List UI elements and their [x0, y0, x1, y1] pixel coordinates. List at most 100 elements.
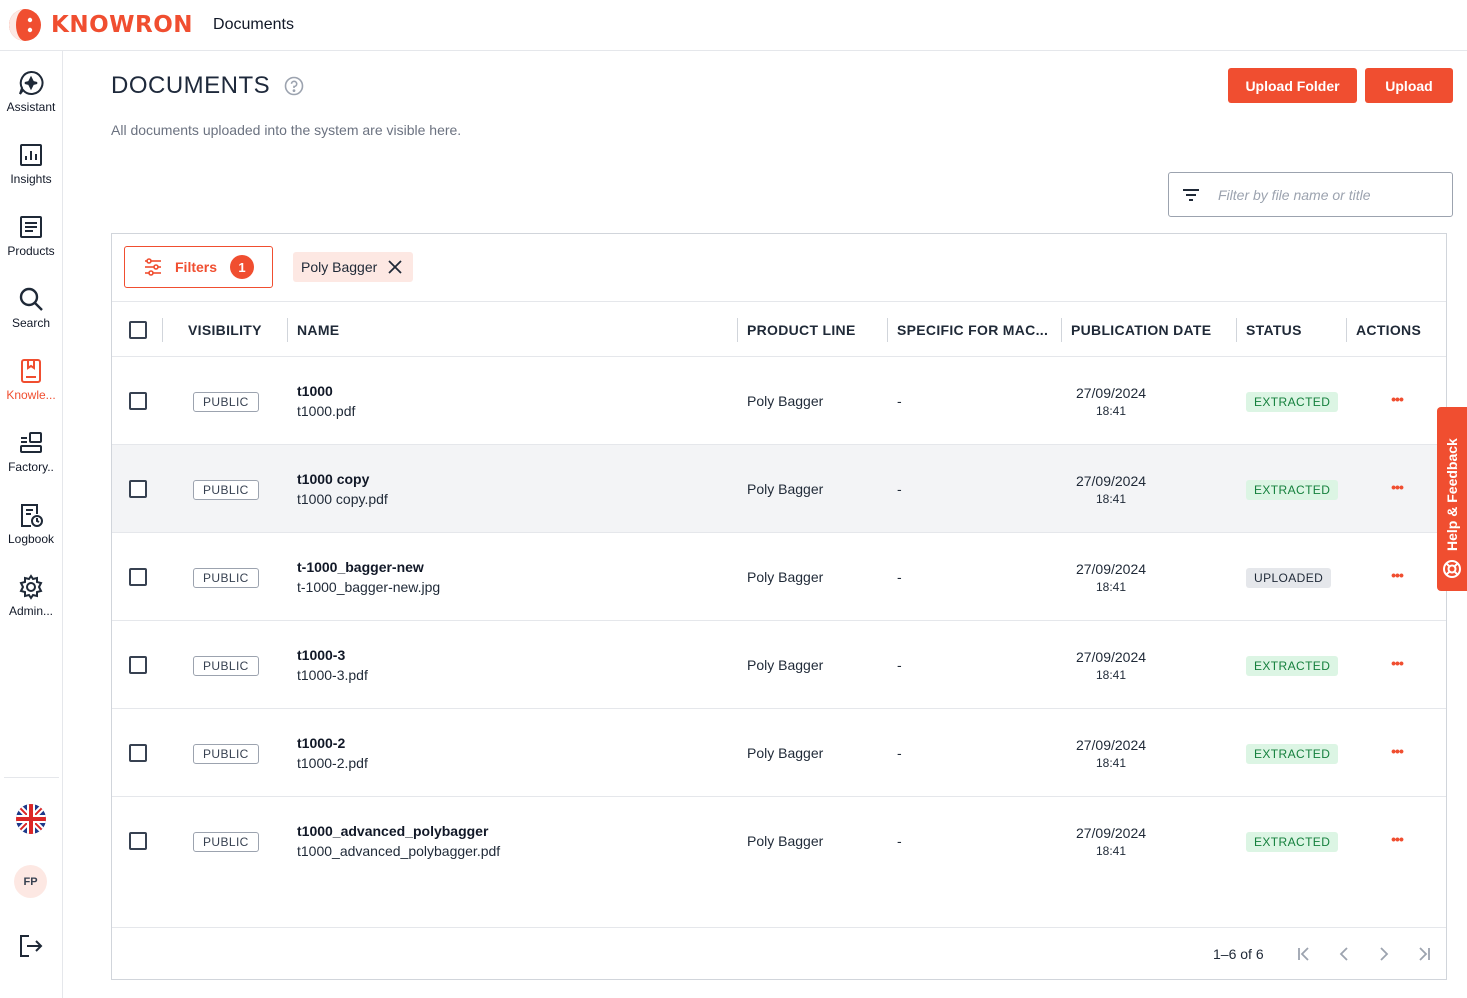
publication-date: 27/09/2024 [1075, 649, 1147, 665]
sidebar-item-search[interactable]: Search [0, 286, 62, 346]
row-checkbox[interactable] [129, 480, 147, 498]
sidebar-item-products[interactable]: Products [0, 214, 62, 274]
document-title[interactable]: t1000 [297, 383, 333, 399]
document-file-name: t1000-3.pdf [297, 667, 368, 683]
sidebar-item-label: Knowle... [6, 388, 56, 402]
row-checkbox[interactable] [129, 568, 147, 586]
first-page-icon[interactable] [1293, 943, 1315, 965]
status-badge: UPLOADED [1246, 568, 1332, 588]
upload-button[interactable]: Upload [1365, 68, 1453, 103]
search-icon [19, 287, 43, 311]
product-line-cell: Poly Bagger [747, 833, 824, 849]
table-row[interactable]: PUBLIC t1000-3 t1000-3.pdf Poly Bagger -… [112, 621, 1446, 709]
avatar[interactable]: FP [14, 865, 47, 898]
status-badge: EXTRACTED [1246, 656, 1339, 676]
knowron-logo-icon [9, 9, 41, 41]
page-title: DOCUMENTS [111, 72, 271, 99]
select-all-checkbox[interactable] [129, 321, 147, 339]
sidebar-item-logbook[interactable]: Logbook [0, 502, 62, 562]
document-title[interactable]: t1000_advanced_polybagger [297, 823, 488, 839]
publication-date: 27/09/2024 [1075, 737, 1147, 753]
sidebar-item-label: Admin... [8, 604, 53, 618]
column-header-name[interactable]: NAME [297, 302, 339, 357]
sidebar-item-label: Assistant [6, 100, 56, 114]
logout-icon[interactable] [18, 933, 44, 959]
status-badge: EXTRACTED [1246, 480, 1339, 500]
visibility-badge: PUBLIC [193, 832, 259, 852]
table-row[interactable]: PUBLIC t-1000_bagger-new t-1000_bagger-n… [112, 533, 1446, 621]
more-actions-icon[interactable]: ••• [1388, 479, 1406, 499]
publication-date: 27/09/2024 [1075, 473, 1147, 489]
uk-flag-icon[interactable] [16, 804, 46, 834]
filter-chip-label: Poly Bagger [301, 259, 378, 275]
products-icon [20, 216, 42, 238]
product-line-cell: Poly Bagger [747, 393, 824, 409]
knowledge-icon [21, 359, 41, 383]
more-actions-icon[interactable]: ••• [1388, 567, 1406, 587]
table-row[interactable]: PUBLIC t1000 copy t1000 copy.pdf Poly Ba… [112, 445, 1446, 533]
upload-folder-button[interactable]: Upload Folder [1228, 68, 1357, 103]
document-title[interactable]: t1000 copy [297, 471, 369, 487]
table-pagination: 1–6 of 6 [112, 927, 1446, 979]
more-actions-icon[interactable]: ••• [1388, 831, 1406, 851]
sidebar-item-factory[interactable]: Factory.. [0, 430, 62, 490]
column-header-status[interactable]: STATUS [1246, 302, 1302, 357]
column-header-product-line[interactable]: PRODUCT LINE [747, 302, 856, 357]
table-row[interactable]: PUBLIC t1000-2 t1000-2.pdf Poly Bagger -… [112, 709, 1446, 797]
row-checkbox[interactable] [129, 392, 147, 410]
top-bar-title: Documents [213, 16, 294, 33]
column-divider [287, 318, 288, 342]
sidebar-item-assistant[interactable]: Assistant [0, 70, 62, 130]
next-page-icon[interactable] [1373, 943, 1395, 965]
column-header-visibility[interactable]: VISIBILITY [188, 302, 262, 357]
table-row[interactable]: PUBLIC t1000_advanced_polybagger t1000_a… [112, 797, 1446, 885]
pagination-range: 1–6 of 6 [1213, 946, 1264, 962]
status-badge: EXTRACTED [1246, 832, 1339, 852]
column-header-actions: ACTIONS [1356, 321, 1422, 338]
question-mark-icon[interactable] [284, 76, 304, 96]
status-badge: EXTRACTED [1246, 744, 1339, 764]
close-icon[interactable] [387, 259, 403, 275]
publication-time: 18:41 [1095, 756, 1127, 770]
more-actions-icon[interactable]: ••• [1388, 655, 1406, 675]
visibility-badge: PUBLIC [193, 656, 259, 676]
column-divider [887, 318, 888, 342]
publication-time: 18:41 [1095, 580, 1127, 594]
column-divider [737, 318, 738, 342]
column-header-publication-date[interactable]: PUBLICATION DATE [1071, 302, 1211, 357]
table-row[interactable]: PUBLIC t1000 t1000.pdf Poly Bagger - 27/… [112, 357, 1446, 445]
column-header-specific[interactable]: SPECIFIC FOR MAC... [897, 302, 1048, 357]
publication-date: 27/09/2024 [1075, 561, 1147, 577]
filter-search-field[interactable] [1168, 172, 1453, 217]
filter-search-input[interactable] [1218, 186, 1438, 203]
product-line-cell: Poly Bagger [747, 657, 824, 673]
document-file-name: t-1000_bagger-new.jpg [297, 579, 441, 595]
row-checkbox[interactable] [129, 656, 147, 674]
document-title[interactable]: t1000-2 [297, 735, 345, 751]
more-actions-icon[interactable]: ••• [1388, 743, 1406, 763]
document-file-name: t1000_advanced_polybagger.pdf [297, 843, 501, 859]
specific-machine-cell: - [897, 745, 902, 761]
last-page-icon[interactable] [1413, 943, 1435, 965]
filters-button[interactable]: Filters 1 [124, 246, 273, 288]
top-bar: KNOWRON Documents [0, 0, 1467, 51]
more-actions-icon[interactable]: ••• [1388, 391, 1406, 411]
document-title[interactable]: t1000-3 [297, 647, 345, 663]
previous-page-icon[interactable] [1333, 943, 1355, 965]
sidebar-item-insights[interactable]: Insights [0, 142, 62, 202]
sidebar-item-knowledge[interactable]: Knowle... [0, 358, 62, 418]
factory-icon [20, 432, 42, 453]
document-file-name: t1000-2.pdf [297, 755, 368, 771]
knowron-logo[interactable]: KNOWRON [8, 8, 193, 42]
product-line-cell: Poly Bagger [747, 481, 824, 497]
sidebar-item-admin[interactable]: Admin... [0, 574, 62, 634]
filters-count-badge: 1 [230, 255, 255, 279]
document-title[interactable]: t-1000_bagger-new [297, 559, 424, 575]
publication-time: 18:41 [1095, 844, 1127, 858]
documents-table-card: Filters 1 Poly Bagger VISIBILITY NAME PR… [111, 233, 1447, 980]
row-checkbox[interactable] [129, 744, 147, 762]
row-checkbox[interactable] [129, 832, 147, 850]
help-feedback-tab[interactable]: Help & Feedback [1437, 407, 1467, 591]
column-divider [162, 318, 163, 342]
specific-machine-cell: - [897, 657, 902, 673]
